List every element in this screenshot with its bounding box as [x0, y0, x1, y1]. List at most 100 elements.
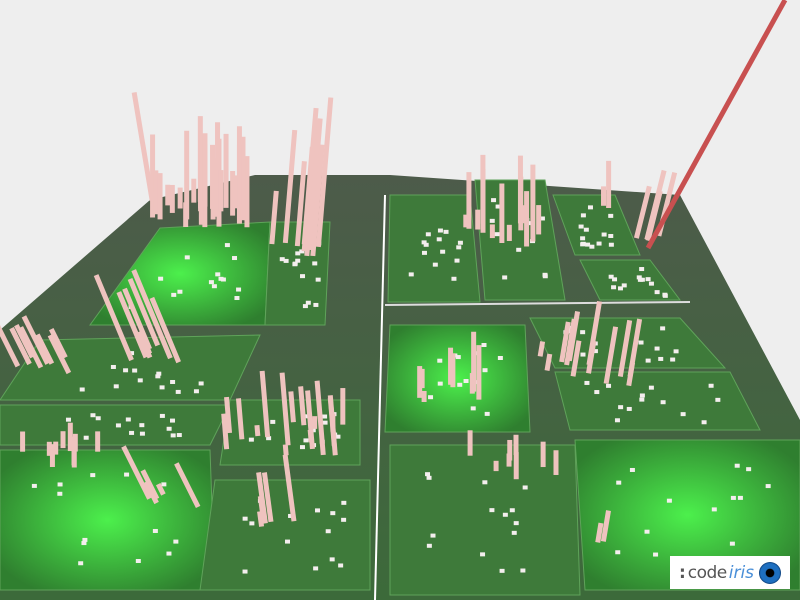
- metric-bar[interactable]: [307, 429, 314, 443]
- class-block[interactable]: [295, 258, 301, 263]
- class-block[interactable]: [673, 349, 679, 354]
- class-block[interactable]: [299, 445, 305, 450]
- class-block[interactable]: [166, 551, 172, 556]
- package-tile[interactable]: [384, 324, 531, 433]
- class-block[interactable]: [660, 326, 666, 331]
- class-block[interactable]: [170, 433, 176, 438]
- class-block[interactable]: [645, 358, 651, 363]
- class-block[interactable]: [322, 420, 328, 425]
- class-block[interactable]: [432, 262, 438, 267]
- class-block[interactable]: [81, 541, 87, 546]
- class-block[interactable]: [115, 423, 121, 428]
- package-tile[interactable]: [387, 194, 481, 303]
- package-tile[interactable]: [389, 444, 581, 596]
- class-block[interactable]: [660, 400, 666, 405]
- highlight-bar[interactable]: [645, 0, 788, 250]
- class-block[interactable]: [176, 433, 182, 438]
- package-tile[interactable]: [0, 404, 231, 446]
- class-block[interactable]: [421, 240, 427, 245]
- class-block[interactable]: [489, 508, 495, 513]
- class-block[interactable]: [83, 435, 89, 440]
- class-block[interactable]: [139, 431, 145, 436]
- class-block[interactable]: [701, 420, 707, 425]
- class-block[interactable]: [440, 249, 446, 254]
- class-block[interactable]: [520, 568, 526, 573]
- class-block[interactable]: [580, 241, 586, 246]
- class-block[interactable]: [608, 274, 614, 279]
- class-block[interactable]: [312, 261, 318, 266]
- class-block[interactable]: [279, 257, 285, 262]
- class-block[interactable]: [242, 569, 248, 574]
- class-block[interactable]: [329, 557, 335, 562]
- class-block[interactable]: [734, 463, 740, 468]
- class-block[interactable]: [670, 357, 676, 362]
- class-block[interactable]: [502, 275, 508, 280]
- class-block[interactable]: [300, 274, 306, 279]
- class-block[interactable]: [502, 512, 508, 517]
- class-block[interactable]: [437, 358, 443, 363]
- class-block[interactable]: [589, 244, 595, 249]
- class-block[interactable]: [95, 416, 101, 421]
- class-block[interactable]: [155, 374, 161, 379]
- class-block[interactable]: [456, 245, 462, 250]
- class-block[interactable]: [211, 284, 217, 289]
- class-block[interactable]: [614, 418, 620, 423]
- class-block[interactable]: [125, 417, 131, 422]
- class-block[interactable]: [425, 472, 431, 477]
- class-block[interactable]: [638, 340, 644, 345]
- class-block[interactable]: [737, 495, 743, 500]
- class-block[interactable]: [662, 293, 668, 298]
- class-block[interactable]: [616, 480, 622, 485]
- class-block[interactable]: [139, 423, 145, 428]
- class-block[interactable]: [341, 517, 347, 522]
- class-block[interactable]: [175, 389, 181, 394]
- class-block[interactable]: [161, 482, 167, 487]
- class-block[interactable]: [711, 507, 717, 512]
- class-block[interactable]: [583, 227, 589, 232]
- class-block[interactable]: [618, 405, 624, 410]
- class-block[interactable]: [746, 467, 752, 472]
- class-block[interactable]: [234, 296, 240, 301]
- class-block[interactable]: [159, 413, 165, 418]
- class-block[interactable]: [425, 232, 431, 237]
- class-block[interactable]: [594, 390, 600, 395]
- class-block[interactable]: [615, 550, 621, 555]
- class-block[interactable]: [765, 484, 771, 489]
- class-block[interactable]: [644, 529, 650, 534]
- class-block[interactable]: [57, 491, 63, 496]
- class-block[interactable]: [499, 568, 505, 573]
- class-block[interactable]: [169, 418, 175, 423]
- class-block[interactable]: [729, 541, 735, 546]
- class-block[interactable]: [522, 485, 528, 490]
- class-block[interactable]: [249, 521, 255, 526]
- metric-bar[interactable]: [298, 386, 307, 426]
- class-block[interactable]: [457, 240, 463, 245]
- class-block[interactable]: [325, 529, 331, 534]
- class-block[interactable]: [224, 243, 230, 248]
- class-block[interactable]: [173, 539, 179, 544]
- package-tile[interactable]: [199, 479, 371, 591]
- class-block[interactable]: [232, 256, 238, 261]
- class-block[interactable]: [601, 232, 607, 237]
- class-block[interactable]: [708, 383, 714, 388]
- class-block[interactable]: [608, 233, 614, 238]
- class-block[interactable]: [90, 413, 96, 418]
- package-tile[interactable]: [554, 371, 761, 431]
- class-block[interactable]: [451, 276, 457, 281]
- metric-bar[interactable]: [288, 391, 296, 423]
- class-block[interactable]: [484, 411, 490, 416]
- class-block[interactable]: [454, 258, 460, 263]
- class-block[interactable]: [65, 417, 71, 422]
- class-block[interactable]: [338, 563, 344, 568]
- class-block[interactable]: [322, 414, 328, 419]
- class-block[interactable]: [470, 406, 476, 411]
- class-block[interactable]: [637, 277, 643, 282]
- class-block[interactable]: [152, 528, 158, 533]
- class-block[interactable]: [680, 412, 686, 417]
- class-block[interactable]: [57, 482, 63, 487]
- class-block[interactable]: [648, 281, 654, 286]
- class-block[interactable]: [654, 290, 660, 295]
- class-block[interactable]: [236, 287, 242, 292]
- metric-bar[interactable]: [282, 444, 289, 456]
- class-block[interactable]: [421, 250, 427, 255]
